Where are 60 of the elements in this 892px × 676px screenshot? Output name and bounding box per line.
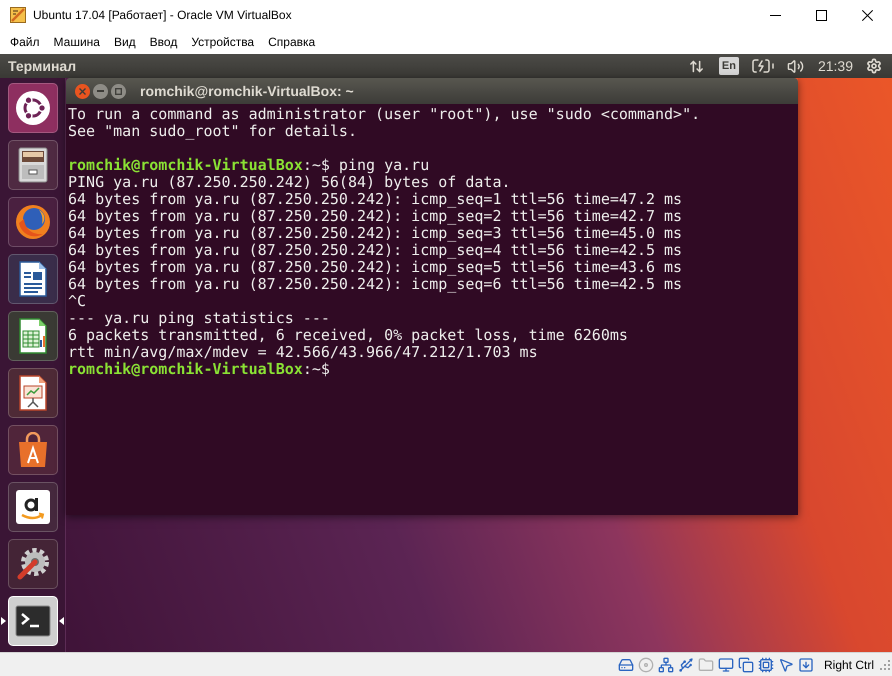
smile-logo-icon [14,489,50,525]
terminal-line: ^C [68,293,86,310]
menu-item[interactable]: Машина [46,30,107,54]
hard-drive-icon[interactable] [618,656,634,672]
monitor-icon[interactable] [718,656,734,672]
launcher-item[interactable] [8,596,58,646]
menu-item[interactable]: Справка [261,30,322,54]
clock[interactable]: 21:39 [818,56,853,76]
terminal-line: rtt min/avg/max/mdev = 42.566/43.966/47.212/1.703 ms [68,344,538,361]
minimize-button[interactable] [93,84,108,98]
launcher-item[interactable] [8,254,58,304]
terminal-line: 64 bytes from ya.ru (87.250.250.242): icmp_seq=3 ttl=56 time=45.0 ms [68,225,682,242]
gear-icon[interactable] [866,58,882,74]
launcher-item[interactable] [8,311,58,361]
menu-item[interactable]: Ввод [142,30,184,54]
terminal-line: 64 bytes from ya.ru (87.250.250.242): icmp_seq=1 ttl=56 time=47.2 ms [68,191,682,208]
terminal-line: 64 bytes from ya.ru (87.250.250.242): icmp_seq=5 ttl=56 time=43.6 ms [68,259,682,276]
terminal-line: romchik@romchik-VirtualBox:~$ [68,361,330,378]
terminal-title: romchik@romchik-VirtualBox: ~ [140,82,354,100]
terminal-line: See "man sudo_root" for details. [68,123,357,140]
launcher-item[interactable] [8,140,58,190]
launcher-item[interactable] [8,83,58,133]
globe-icon [14,204,50,240]
terminal-line: To run a command as administrator (user "root"), use "sudo <command>". [68,106,700,123]
ring-logo-icon [14,90,50,126]
terminal-line: romchik@romchik-VirtualBox:~$ ping ya.ru [68,157,430,174]
terminal-icon [14,603,50,639]
launcher-item[interactable] [8,425,58,475]
terminal-line: --- ya.ru ping statistics --- [68,310,330,327]
terminal-line: PING ya.ru (87.250.250.242) 56(84) bytes of data. [68,174,511,191]
close-icon [862,10,872,20]
app-logo-icon [10,7,26,23]
menu-item[interactable]: Вид [106,30,143,54]
speaker-icon[interactable] [786,58,804,74]
resize-grip-icon[interactable] [880,660,890,670]
close-icon [79,88,86,94]
app-title: Терминал [7,56,76,76]
chip-icon[interactable] [758,656,774,672]
menu-item[interactable]: Файл [3,30,47,54]
minimize-icon [97,90,104,92]
window-title: Ubuntu 17.04 [Работает] - Oracle VM VirtualBox [33,7,292,24]
menu-item[interactable]: Устройства [184,30,262,54]
maximize-icon [816,10,826,20]
usb-icon[interactable] [678,656,694,672]
keyboard-layout-indicator[interactable]: En [718,57,739,75]
mouse-pointer-icon[interactable] [778,656,794,672]
stacked-squares-icon[interactable] [738,656,754,672]
host-key-label: Right Ctrl [824,656,874,674]
up-down-arrows-icon[interactable] [688,58,704,74]
minimize-icon [770,14,780,16]
maximize-icon [115,88,122,94]
launcher-item[interactable] [8,482,58,532]
gear-wrench-icon [14,546,50,582]
network-icon[interactable] [658,656,674,672]
launcher-item[interactable] [8,368,58,418]
launcher-item[interactable] [8,539,58,589]
terminal-line: 64 bytes from ya.ru (87.250.250.242): icmp_seq=6 ttl=56 time=42.5 ms [68,276,682,293]
terminal-line: 6 packets transmitted, 6 received, 0% packet loss, time 6260ms [68,327,628,344]
terminal-line: 64 bytes from ya.ru (87.250.250.242): icmp_seq=4 ttl=56 time=42.5 ms [68,242,682,259]
terminal-line: 64 bytes from ya.ru (87.250.250.242): icmp_seq=2 ttl=56 time=42.7 ms [68,208,682,225]
